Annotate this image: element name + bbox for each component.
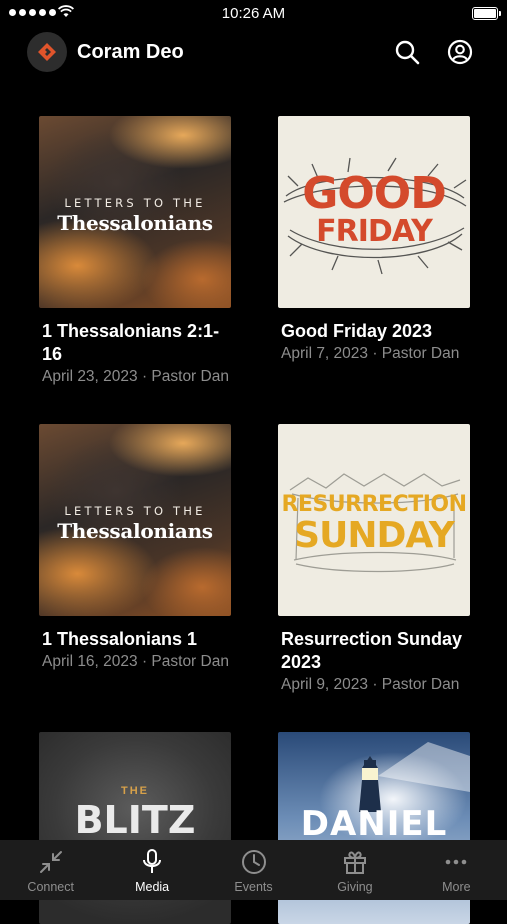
tab-media[interactable]: Media <box>101 840 202 900</box>
media-card[interactable]: LETTERS TO THE Thessalonians 1 Thessalon… <box>39 424 233 673</box>
media-card[interactable]: RESURRECTION SUNDAY Resurrection Sunday … <box>278 424 472 696</box>
artwork-text: LETTERS TO THE <box>64 196 206 210</box>
diamond-logo-icon <box>38 43 56 61</box>
status-bar: 10:26 AM <box>0 0 507 28</box>
tab-bar: Connect Media Events Giving More <box>0 840 507 900</box>
tab-label: Giving <box>337 880 373 894</box>
tab-events[interactable]: Events <box>203 840 304 900</box>
series-artwork: RESURRECTION SUNDAY <box>278 424 470 616</box>
search-icon <box>395 40 420 65</box>
card-subtitle: April 9, 2023 · Pastor Dan <box>281 676 460 693</box>
artwork-title: SUNDAY <box>294 515 455 556</box>
app-logo[interactable] <box>27 32 67 72</box>
microphone-icon <box>143 849 162 873</box>
tab-giving[interactable]: Giving <box>304 840 405 900</box>
artwork-text: LETTERS TO THE <box>64 504 206 518</box>
card-title: Good Friday 2023 <box>281 321 433 341</box>
artwork-title: BLITZ <box>74 798 196 842</box>
artwork-title: Thessalonians <box>57 519 213 543</box>
card-subtitle: April 23, 2023 · Pastor Dan <box>42 368 229 385</box>
series-artwork: LETTERS TO THE Thessalonians <box>39 424 231 616</box>
media-card[interactable]: LETTERS TO THE Thessalonians 1 Thessalon… <box>39 116 233 388</box>
card-subtitle: April 16, 2023 · Pastor Dan <box>42 653 229 670</box>
artwork-title: GOOD <box>302 168 446 219</box>
ellipsis-icon <box>446 859 467 865</box>
card-title: 1 Thessalonians 2:1-16 <box>42 321 220 364</box>
card-title: 1 Thessalonians 1 <box>42 629 198 649</box>
artwork-title: RESURRECTION <box>281 492 467 517</box>
artwork-title: DANIEL <box>300 804 448 844</box>
status-time: 10:26 AM <box>221 5 286 22</box>
user-icon <box>447 39 473 65</box>
series-artwork: GOOD FRIDAY <box>278 116 470 308</box>
card-subtitle: April 7, 2023 · Pastor Dan <box>281 345 460 362</box>
artwork-title: Thessalonians <box>57 211 213 235</box>
search-button[interactable] <box>393 38 421 66</box>
profile-button[interactable] <box>446 38 474 66</box>
tab-label: Events <box>234 880 273 894</box>
clock-icon <box>241 850 266 874</box>
tab-connect[interactable]: Connect <box>0 840 101 900</box>
arrows-in-icon <box>39 851 62 873</box>
artwork-title: FRIDAY <box>316 214 433 249</box>
media-card[interactable]: GOOD FRIDAY Good Friday 2023 April 7, 20… <box>278 116 472 365</box>
tab-label: Media <box>135 880 170 894</box>
tab-label: More <box>442 880 471 894</box>
app-header: Coram Deo <box>0 31 507 73</box>
artwork-text: THE <box>121 785 149 797</box>
tab-more[interactable]: More <box>406 840 507 900</box>
battery-icon <box>472 7 501 20</box>
gift-icon <box>343 851 366 874</box>
app-title: Coram Deo <box>77 41 184 63</box>
series-artwork: LETTERS TO THE Thessalonians <box>39 116 231 308</box>
card-title: Resurrection Sunday 2023 <box>281 629 463 672</box>
tab-label: Connect <box>27 880 74 894</box>
